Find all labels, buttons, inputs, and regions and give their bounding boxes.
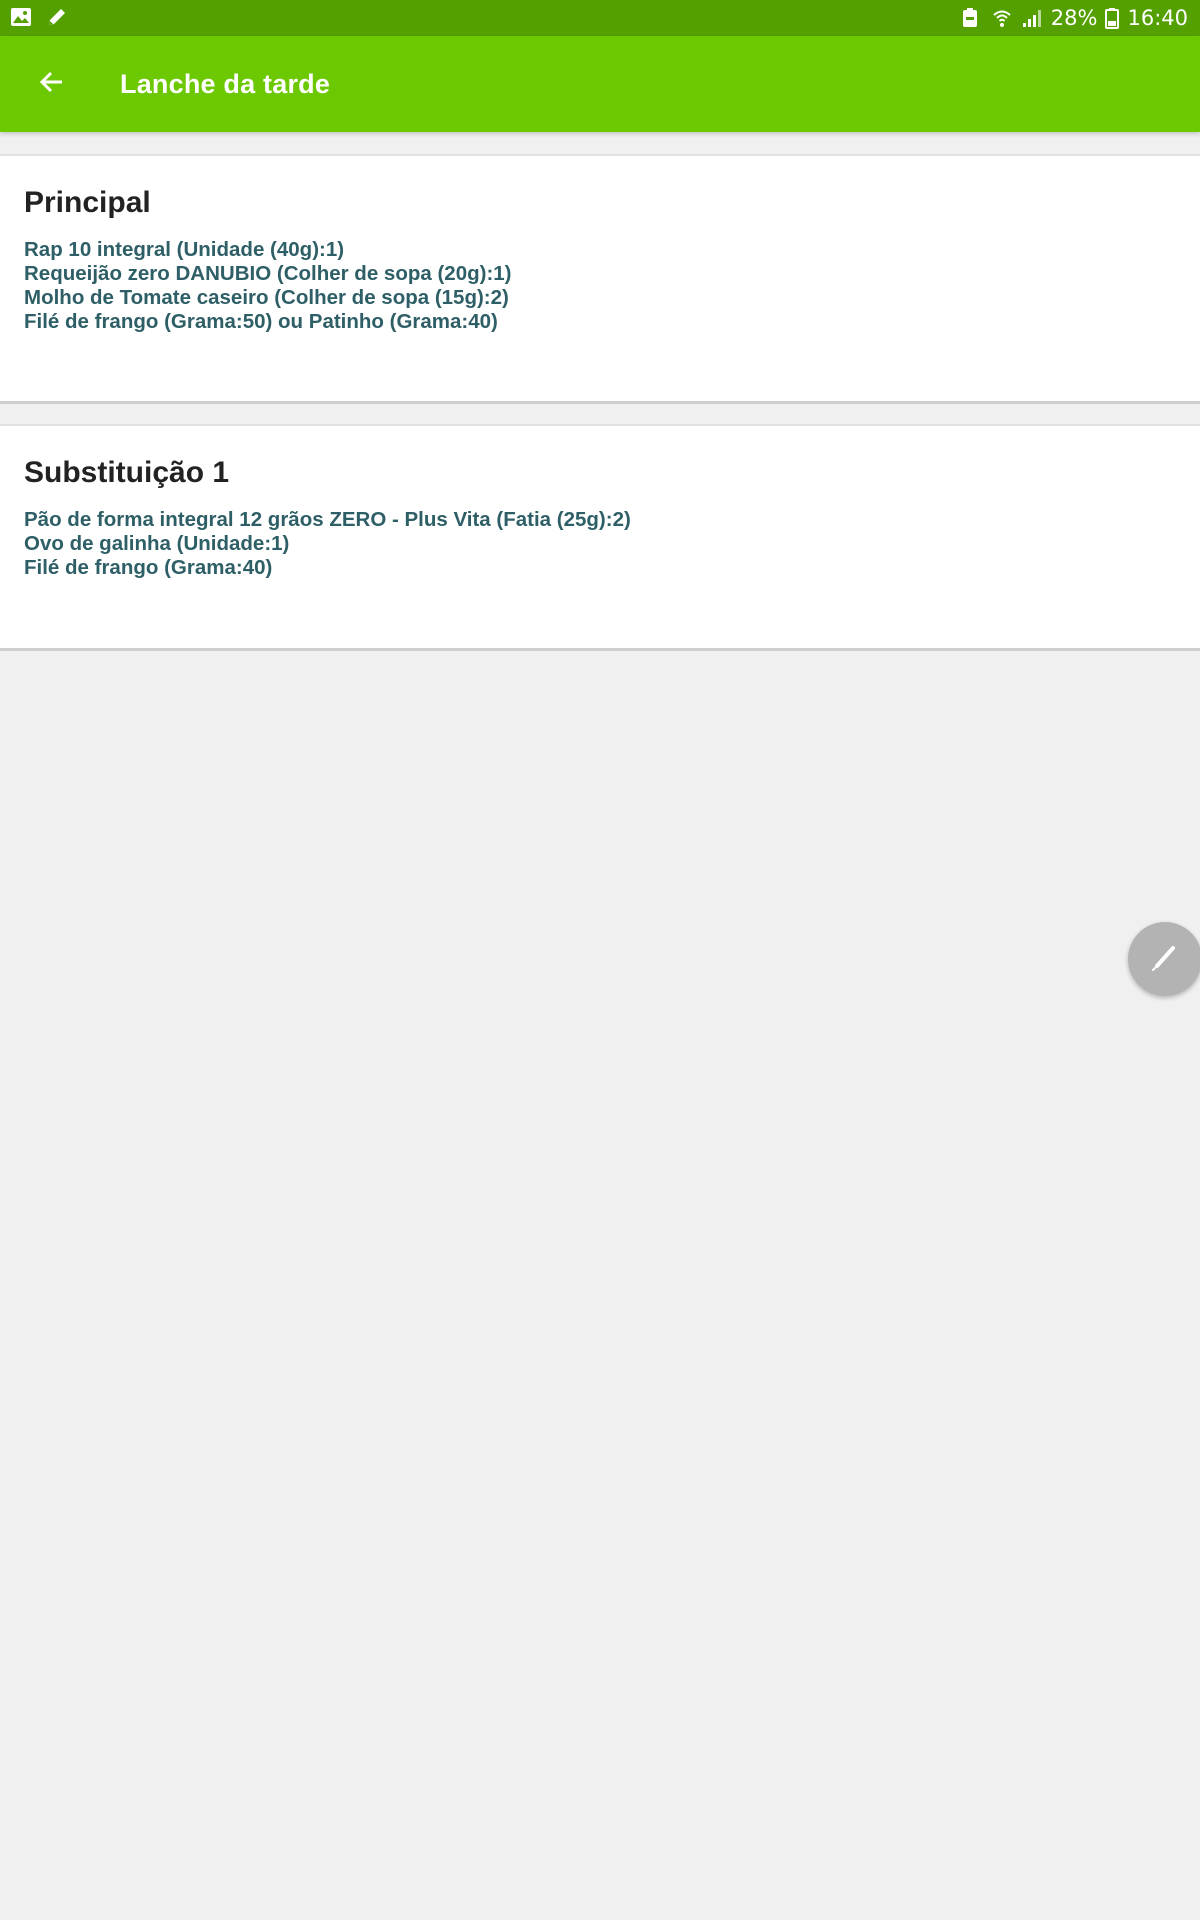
edit-fab-button[interactable]	[1128, 922, 1200, 996]
pencil-icon	[1147, 939, 1183, 980]
section-card-principal: Principal Rap 10 integral (Unidade (40g)…	[0, 154, 1200, 404]
battery-percent: 28%	[1050, 6, 1098, 30]
section-card-substituicao-1: Substituição 1 Pão de forma integral 12 …	[0, 424, 1200, 651]
wifi-icon	[991, 7, 1013, 29]
food-item: Filé de frango (Grama:50) ou Patinho (Gr…	[24, 310, 498, 333]
battery-icon	[1105, 7, 1120, 29]
food-item: Pão de forma integral 12 grãos ZERO - Pl…	[24, 508, 631, 531]
status-bar: 28% 16:40	[0, 0, 1200, 36]
signal-icon	[1021, 7, 1043, 29]
arrow-back-icon	[38, 68, 66, 101]
food-item: Ovo de galinha (Unidade:1)	[24, 532, 290, 555]
food-item: Molho de Tomate caseiro (Colher de sopa …	[24, 286, 509, 309]
status-left	[10, 6, 68, 28]
pencil-icon	[46, 6, 68, 28]
food-list: Pão de forma integral 12 grãos ZERO - Pl…	[24, 508, 631, 580]
food-item: Filé de frango (Grama:40)	[24, 556, 273, 579]
clock: 16:40	[1127, 6, 1188, 30]
page-title: Lanche da tarde	[120, 69, 331, 99]
food-item: Requeijão zero DANUBIO (Colher de sopa (…	[24, 262, 512, 285]
status-right: 28% 16:40	[961, 4, 1188, 32]
back-button[interactable]	[28, 60, 76, 108]
food-item: Rap 10 integral (Unidade (40g):1)	[24, 238, 345, 261]
app-bar: Lanche da tarde	[0, 36, 1200, 132]
section-title: Principal	[24, 186, 151, 219]
section-title: Substituição 1	[24, 456, 230, 489]
battery-saver-icon	[961, 7, 983, 29]
gallery-icon	[10, 6, 32, 28]
food-list: Rap 10 integral (Unidade (40g):1) Requei…	[24, 238, 512, 334]
